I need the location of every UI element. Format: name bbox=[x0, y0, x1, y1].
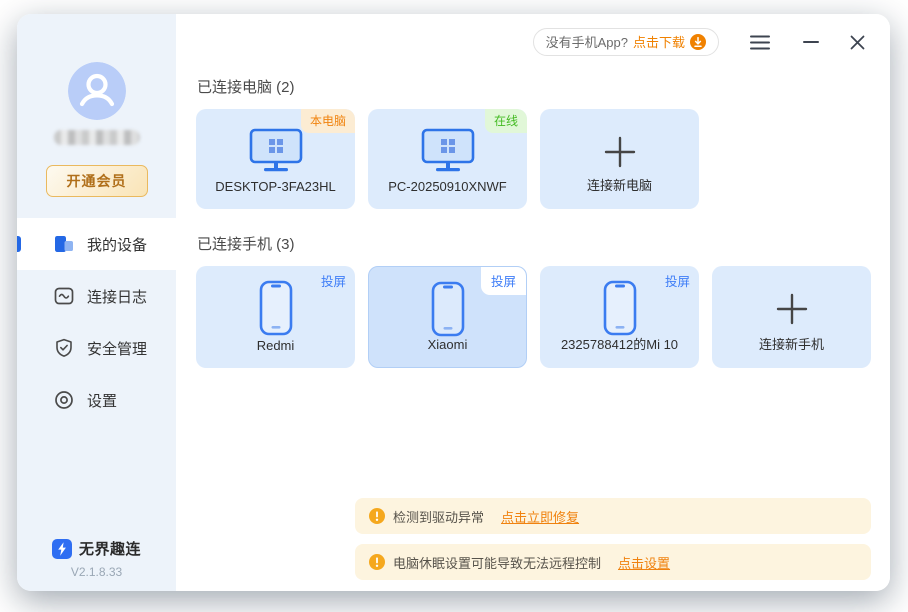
phone-icon bbox=[601, 279, 639, 337]
sidebar-item-label: 连接日志 bbox=[87, 286, 147, 307]
sidebar-item-my-devices[interactable]: 我的设备 bbox=[17, 218, 176, 270]
notice-text: 检测到驱动异常 bbox=[393, 507, 484, 526]
plus-icon bbox=[775, 292, 809, 326]
sleep-settings-link[interactable]: 点击设置 bbox=[618, 553, 670, 572]
app-name: 无界趣连 bbox=[79, 538, 141, 559]
phone-card-mi10[interactable]: 投屏 2325788412的Mi 10 bbox=[540, 266, 699, 368]
notice-list: 检测到驱动异常 点击立即修复 电脑休眠设置可能导致无法远程控制 点击设置 bbox=[355, 498, 871, 580]
phone-icon bbox=[429, 280, 467, 338]
shield-check-icon bbox=[54, 338, 74, 358]
app-logo-lightning-icon bbox=[52, 539, 72, 559]
close-icon bbox=[849, 34, 866, 51]
phone-card-redmi[interactable]: 投屏 Redmi bbox=[196, 266, 355, 368]
minimize-button[interactable] bbox=[799, 36, 823, 48]
sidebar-item-security[interactable]: 安全管理 bbox=[17, 322, 176, 374]
download-icon bbox=[690, 34, 706, 50]
status-badge-local: 本电脑 bbox=[301, 109, 355, 133]
monitor-icon bbox=[248, 127, 304, 173]
username-redacted bbox=[54, 130, 140, 145]
sidebar-item-settings[interactable]: 设置 bbox=[17, 374, 176, 426]
cast-link[interactable]: 投屏 bbox=[321, 271, 346, 290]
cast-link[interactable]: 投屏 bbox=[481, 267, 526, 295]
fix-driver-link[interactable]: 点击立即修复 bbox=[501, 507, 579, 526]
sidebar-item-connection-logs[interactable]: 连接日志 bbox=[17, 270, 176, 322]
notice-text: 电脑休眠设置可能导致无法远程控制 bbox=[393, 553, 601, 572]
minimize-icon bbox=[803, 40, 819, 44]
download-link[interactable]: 点击下载 bbox=[633, 32, 685, 51]
computer-card-desktop[interactable]: 本电脑 DESKTOP-3FA23HL bbox=[196, 109, 355, 209]
connect-new-computer-card[interactable]: 连接新电脑 bbox=[540, 109, 699, 209]
notice-sleep: 电脑休眠设置可能导致无法远程控制 点击设置 bbox=[355, 544, 871, 580]
desktop-background: 开通会员 我的设备 bbox=[0, 0, 908, 612]
monitor-icon bbox=[420, 127, 476, 173]
sidebar: 开通会员 我的设备 bbox=[17, 14, 176, 591]
close-button[interactable] bbox=[845, 30, 870, 55]
sidebar-item-label: 设置 bbox=[87, 390, 117, 411]
app-window: 开通会员 我的设备 bbox=[17, 14, 890, 591]
main-panel: 没有手机App? 点击下载 bbox=[176, 14, 890, 591]
download-prompt: 没有手机App? bbox=[546, 32, 628, 51]
warning-icon bbox=[369, 554, 385, 570]
settings-icon bbox=[54, 390, 74, 410]
warning-icon bbox=[369, 508, 385, 524]
add-computer-label: 连接新电脑 bbox=[587, 175, 652, 194]
phone-card-xiaomi[interactable]: 投屏 Xiaomi bbox=[368, 266, 527, 368]
phone-card-row: 投屏 Redmi 投屏 bbox=[196, 266, 871, 368]
connect-new-phone-card[interactable]: 连接新手机 bbox=[712, 266, 871, 368]
menu-button[interactable] bbox=[745, 31, 775, 54]
devices-icon bbox=[54, 234, 74, 254]
computer-card-row: 本电脑 DESKTOP-3FA23HL 在线 bbox=[196, 109, 871, 209]
sidebar-nav: 我的设备 连接日志 bbox=[17, 218, 176, 426]
device-name: PC-20250910XNWF bbox=[388, 179, 507, 194]
device-name: DESKTOP-3FA23HL bbox=[215, 179, 335, 194]
sidebar-item-label: 安全管理 bbox=[87, 338, 147, 359]
open-membership-button[interactable]: 开通会员 bbox=[46, 165, 148, 197]
notice-driver: 检测到驱动异常 点击立即修复 bbox=[355, 498, 871, 534]
cast-link[interactable]: 投屏 bbox=[665, 271, 690, 290]
device-name: Redmi bbox=[257, 338, 295, 353]
app-version: V2.1.8.33 bbox=[71, 565, 122, 579]
hamburger-icon bbox=[749, 35, 771, 50]
titlebar: 没有手机App? 点击下载 bbox=[176, 14, 890, 70]
section-title-phones: 已连接手机 (3) bbox=[197, 233, 871, 254]
plus-icon bbox=[603, 135, 637, 169]
device-name: Xiaomi bbox=[428, 337, 468, 352]
download-app-button[interactable]: 没有手机App? 点击下载 bbox=[533, 28, 719, 56]
sidebar-footer: 无界趣连 V2.1.8.33 bbox=[17, 538, 176, 579]
computer-card-pc[interactable]: 在线 PC-20250910XNWF bbox=[368, 109, 527, 209]
content-area: 已连接电脑 (2) 本电脑 DESKTOP-3FA23HL bbox=[176, 70, 890, 368]
user-avatar-icon bbox=[68, 62, 126, 120]
section-title-computers: 已连接电脑 (2) bbox=[197, 76, 871, 97]
add-phone-label: 连接新手机 bbox=[759, 334, 824, 353]
status-badge-online: 在线 bbox=[485, 109, 527, 133]
sidebar-item-label: 我的设备 bbox=[87, 234, 147, 255]
log-icon bbox=[54, 286, 74, 306]
phone-icon bbox=[257, 279, 295, 337]
